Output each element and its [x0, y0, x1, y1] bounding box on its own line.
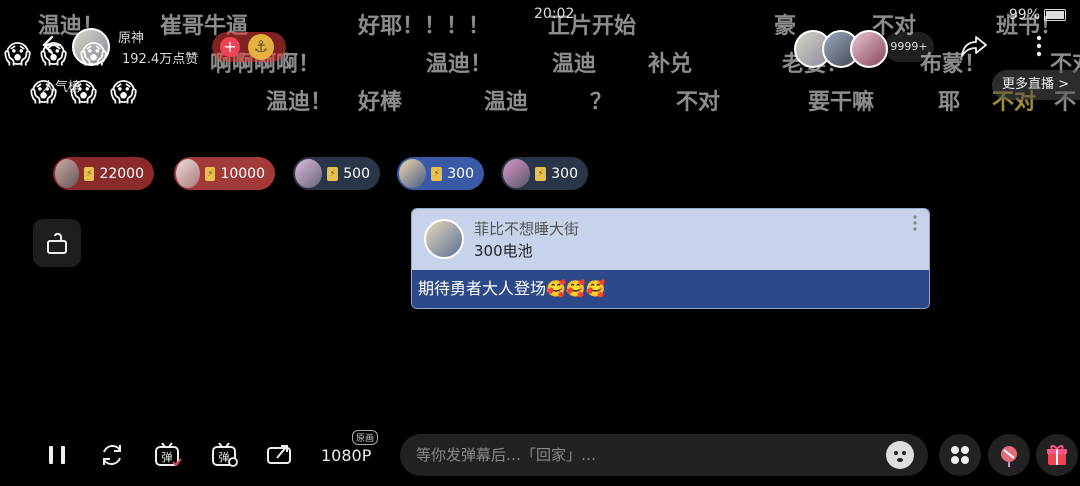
emoji-reaction: 😱 [110, 78, 138, 108]
danmaku-item: 补兑 [648, 52, 693, 77]
danmaku-item: 不对 [676, 90, 721, 115]
candy-icon [1001, 446, 1017, 467]
more-live-button[interactable]: 更多直播 > [992, 70, 1080, 100]
svg-text:弹: 弹 [219, 450, 230, 464]
battery-gift-icon: ⚡ [327, 166, 339, 181]
projection-button[interactable] [265, 440, 295, 470]
super-chat-username[interactable]: 菲比不想睡大街 [474, 218, 579, 239]
gift-amount: 22000 [99, 165, 144, 182]
danmaku-item: 豪 [774, 14, 797, 39]
share-button[interactable] [960, 34, 988, 58]
emoji-reaction: 😱 [80, 40, 108, 70]
cast-icon [267, 445, 291, 464]
unlock-icon [47, 232, 67, 254]
share-icon [961, 36, 987, 57]
emoji-reaction: 😱 [4, 40, 32, 70]
popularity-rank-label[interactable]: 人气榜 [42, 76, 81, 95]
danmaku-settings-icon: 弹 [212, 442, 238, 467]
emoji-reaction: 😱 [40, 40, 68, 70]
danmaku-item: 温迪 [552, 52, 597, 77]
danmaku-item: 耶 [938, 90, 961, 115]
grid-apps-icon [951, 446, 969, 464]
danmaku-item: 好棒 [358, 90, 403, 115]
refresh-icon [103, 445, 121, 465]
danmaku-item: 温迪！ [426, 52, 493, 77]
gift-chip[interactable]: ⚡ 10000 [174, 157, 275, 190]
gift-chip[interactable]: ⚡ 500 [293, 157, 380, 190]
resolution-badge: 原画 [352, 430, 379, 445]
gift-button[interactable] [1036, 434, 1078, 476]
danmaku-item: 要干嘛 [808, 90, 875, 115]
super-chat-avatar[interactable] [424, 219, 464, 259]
danmaku-item: 温迪！ [266, 90, 333, 115]
danmaku-on-icon: 弹 [155, 442, 182, 467]
danmaku-input-placeholder: 等你发弹幕后…「回家」… [416, 446, 597, 464]
danmaku-settings-button[interactable]: 弹 [210, 440, 240, 470]
host-name[interactable]: 原神 [118, 27, 144, 46]
gifter-avatar [295, 159, 323, 188]
pause-button[interactable] [42, 440, 72, 470]
battery-gift-icon: ⚡ [431, 166, 443, 181]
plus-icon: + [220, 37, 240, 57]
gifter-avatar [55, 159, 80, 188]
gift-amount: 300 [551, 165, 578, 182]
follow-button[interactable]: + ⚓ [212, 32, 286, 62]
like-count: 192.4万点赞 [122, 52, 199, 67]
gifter-avatar [503, 159, 531, 188]
viewer-count[interactable]: 9999+ [884, 32, 934, 62]
anchor-icon: ⚓ [248, 34, 274, 60]
screen-lock-button[interactable] [33, 219, 81, 267]
danmaku-item: 班书！ [996, 14, 1063, 39]
refresh-button[interactable] [97, 440, 127, 470]
gift-amount: 300 [447, 165, 474, 182]
danmaku-input[interactable]: 等你发弹幕后…「回家」… [400, 434, 928, 476]
apps-button[interactable] [939, 434, 981, 476]
battery-gift-icon: ⚡ [535, 166, 547, 181]
gift-box-icon [1047, 445, 1067, 465]
gifter-avatar [399, 159, 427, 188]
danmaku-item: ？ [590, 90, 613, 115]
pause-icon [49, 446, 65, 464]
svg-text:弹: 弹 [162, 450, 173, 464]
danmaku-item: 温迪 [484, 90, 529, 115]
more-vertical-icon [1036, 35, 1042, 57]
super-chat-menu-button[interactable] [913, 215, 917, 231]
battery-gift-icon: ⚡ [205, 166, 216, 181]
gift-chip[interactable]: ⚡ 22000 [53, 157, 154, 190]
emoji-button[interactable] [886, 441, 914, 469]
gift-amount: 10000 [220, 165, 265, 182]
resolution-button[interactable]: 1080P [321, 446, 371, 465]
super-chat-card[interactable]: 菲比不想睡大街 300电池 期待勇者大人登场🥰🥰🥰 [411, 208, 930, 309]
viewer-avatar[interactable] [850, 30, 888, 68]
more-options-button[interactable] [1036, 34, 1042, 58]
super-chat-header: 菲比不想睡大街 300电池 [412, 209, 929, 270]
danmaku-toggle-button[interactable]: 弹 [153, 440, 183, 470]
super-chat-amount: 300电池 [474, 242, 533, 260]
gift-amount: 500 [343, 165, 370, 182]
emoji-face-icon [887, 442, 913, 468]
gifter-avatar [176, 159, 201, 188]
candy-gift-button[interactable] [988, 434, 1030, 476]
super-chat-message: 期待勇者大人登场🥰🥰🥰 [412, 270, 929, 308]
danmaku-item: 正片开始 [548, 14, 637, 39]
gift-chip[interactable]: ⚡ 300 [397, 157, 484, 190]
more-vertical-icon [913, 215, 917, 231]
danmaku-item: 好耶！！！！ [358, 14, 491, 39]
gift-chip[interactable]: ⚡ 300 [501, 157, 588, 190]
battery-gift-icon: ⚡ [84, 166, 95, 181]
